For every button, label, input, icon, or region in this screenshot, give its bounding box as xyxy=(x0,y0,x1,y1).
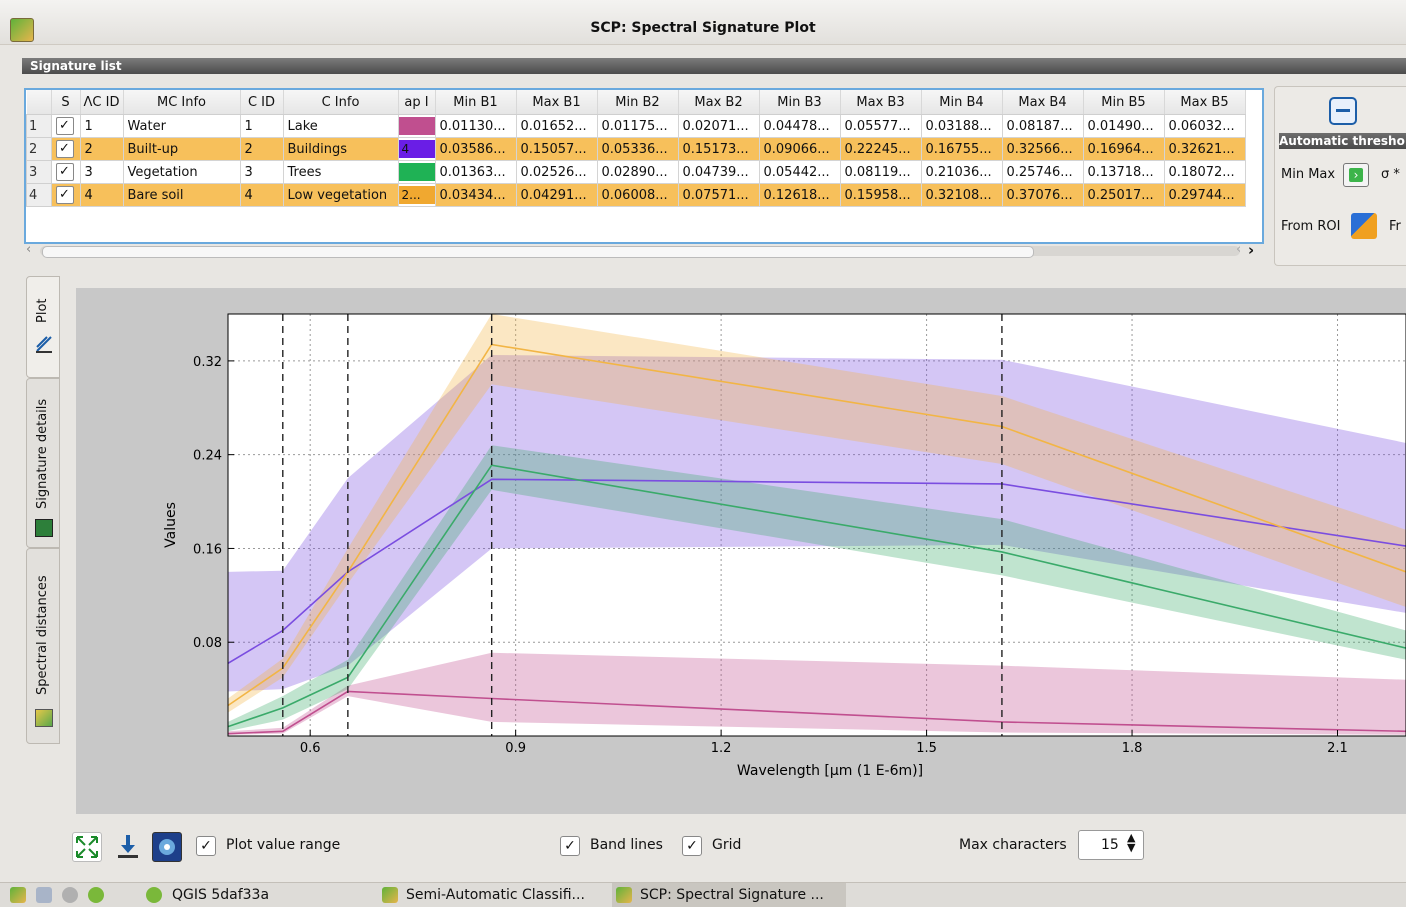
y-tick-label: 0.16 xyxy=(193,542,222,557)
max-characters-spinbox[interactable]: 15 ▲ ▼ xyxy=(1078,830,1144,860)
x-tick-label: 1.2 xyxy=(711,741,732,756)
image-icon xyxy=(159,839,175,855)
plot-value-range-checkbox[interactable]: ✓ xyxy=(196,836,216,856)
spectral-signature-chart[interactable]: 0.6 0.9 1.2 1.5 1.8 2.1 0.08 0.16 0.24 0.32 Wavele… xyxy=(0,0,1406,906)
plot-toolbar: ✓ Plot value range ✓ Band lines ✓ Grid M… xyxy=(60,820,1406,870)
task-spectral-signature-plot[interactable]: SCP: Spectral Signature ... xyxy=(640,887,824,903)
qgis-launcher-icon[interactable] xyxy=(88,887,104,903)
notes-icon[interactable] xyxy=(36,887,52,903)
expand-icon xyxy=(76,836,98,858)
qgis-task-icon xyxy=(146,887,162,903)
plot-value-range-label: Plot value range xyxy=(226,837,341,853)
scp-task-icon xyxy=(382,887,398,903)
x-tick-label: 2.1 xyxy=(1327,741,1348,756)
max-characters-value: 15 xyxy=(1101,837,1119,853)
grid-checkbox[interactable]: ✓ xyxy=(682,836,702,856)
x-axis-label: Wavelength [µm (1 E-6m)] xyxy=(737,763,923,779)
x-tick-label: 1.8 xyxy=(1122,741,1143,756)
scp-plot-task-icon xyxy=(616,887,632,903)
save-plot-button[interactable] xyxy=(114,832,142,860)
task-semi-automatic-classification[interactable]: Semi-Automatic Classifi... xyxy=(406,887,585,903)
max-characters-label: Max characters xyxy=(959,837,1067,853)
spin-arrows-icon[interactable]: ▲ ▼ xyxy=(1127,832,1135,853)
band-lines-label: Band lines xyxy=(590,837,663,853)
task-qgis[interactable]: QGIS 5daf33a xyxy=(172,887,269,903)
y-axis-label: Values xyxy=(163,502,179,548)
x-tick-label: 0.9 xyxy=(505,741,526,756)
plot-settings-button[interactable] xyxy=(152,832,182,862)
browser-icon[interactable] xyxy=(62,887,78,903)
scp-launcher-icon[interactable] xyxy=(10,887,26,903)
y-tick-label: 0.32 xyxy=(193,355,222,370)
band-lines-checkbox[interactable]: ✓ xyxy=(560,836,580,856)
x-tick-label: 1.5 xyxy=(916,741,937,756)
taskbar: QGIS 5daf33a Semi-Automatic Classifi... … xyxy=(0,882,1406,907)
x-tick-label: 0.6 xyxy=(300,741,321,756)
fit-to-axes-button[interactable] xyxy=(72,832,102,862)
grid-label: Grid xyxy=(712,837,742,853)
y-tick-label: 0.08 xyxy=(193,636,222,651)
y-tick-label: 0.24 xyxy=(193,449,222,464)
download-icon xyxy=(118,835,138,858)
